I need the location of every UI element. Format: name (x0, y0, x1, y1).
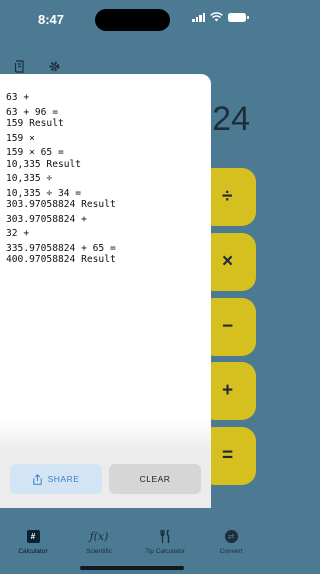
tab-tip-calculator[interactable]: Tip Calculator (132, 528, 198, 555)
cellular-signal-icon (192, 12, 205, 22)
history-entry: 159 × (6, 132, 35, 144)
clear-label: CLEAR (139, 474, 171, 484)
calculator-icon: # (26, 529, 40, 543)
wifi-icon (210, 12, 223, 22)
history-list[interactable]: 63 + 63 + 96 = 159 Result 159 × 159 × 65… (6, 92, 205, 269)
history-entry: 159 × 65 = 10,335 Result (6, 147, 82, 170)
history-entry: 303.97058824 + (6, 213, 87, 225)
clear-button[interactable]: CLEAR (109, 464, 201, 494)
function-icon: ƒ(x) (89, 529, 109, 543)
tab-scientific[interactable]: ƒ(x) Scientific (66, 528, 132, 556)
tab-label: Convert (219, 548, 243, 555)
dynamic-island (95, 9, 170, 31)
tab-label: Scientific (85, 548, 112, 555)
home-indicator (80, 566, 184, 570)
history-entry: 335.97058824 + 65 = 400.97058824 Result (6, 242, 116, 266)
history-entry: 63 + 96 = 159 Result (6, 106, 64, 130)
history-entry: 63 + (6, 92, 30, 103)
display-value: 24 (212, 100, 250, 138)
utensils-icon (159, 528, 169, 543)
share-label: SHARE (47, 474, 80, 484)
status-bar: 8:47 (0, 0, 264, 40)
tab-label: Tip Calculator (145, 548, 185, 555)
history-entry: 32 + (6, 228, 30, 239)
history-fade (0, 420, 211, 450)
tab-calculator[interactable]: # Calculator (0, 528, 66, 555)
share-icon (32, 473, 42, 485)
history-entry: 10,335 ÷ 34 = 303.97058824 Result (6, 187, 116, 211)
history-entry: 10,335 ÷ (6, 173, 53, 184)
status-time: 8:47 (38, 12, 65, 27)
convert-icon: ⇄ (224, 529, 238, 543)
tab-convert[interactable]: ⇄ Convert (198, 528, 264, 555)
tab-label: Calculator (18, 548, 48, 555)
battery-icon (228, 12, 249, 22)
share-button[interactable]: SHARE (10, 464, 102, 494)
